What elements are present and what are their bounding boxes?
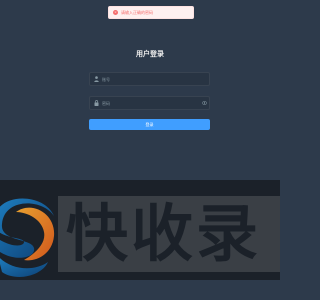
watermark-text: 快收录 — [66, 197, 262, 270]
eye-icon[interactable] — [199, 101, 209, 105]
user-icon — [90, 76, 102, 82]
password-field[interactable] — [89, 96, 210, 110]
username-field[interactable] — [89, 72, 210, 86]
lock-icon — [90, 100, 102, 106]
error-icon: × — [113, 10, 118, 15]
username-input[interactable] — [102, 74, 209, 84]
login-title: 用户登录 — [136, 50, 164, 58]
error-toast: × 请输入正确的密码 — [108, 6, 194, 19]
password-input[interactable] — [102, 98, 199, 108]
toast-message: 请输入正确的密码 — [121, 9, 153, 15]
login-button[interactable]: 登录 — [89, 119, 210, 130]
brand-logo-icon — [0, 198, 55, 277]
